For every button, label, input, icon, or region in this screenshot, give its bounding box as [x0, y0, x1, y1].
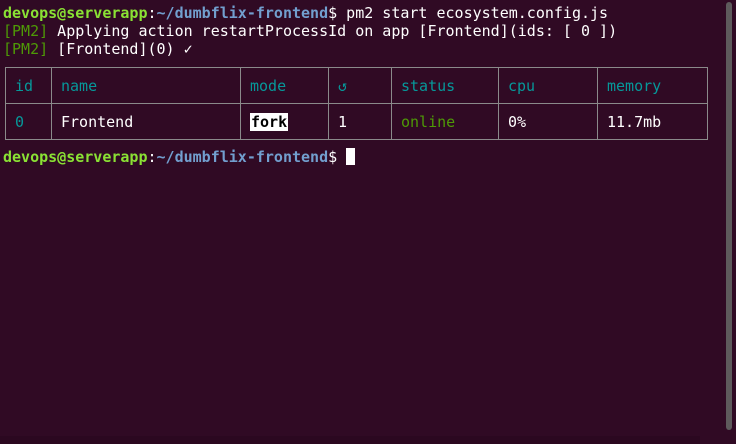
pm2-tag: [PM2]: [3, 22, 49, 40]
header-status: status: [391, 67, 499, 104]
output-text: Applying action restartProcessId on app …: [48, 22, 618, 40]
table-row: 0 Frontend fork 1 online 0% 11.7mb: [5, 103, 708, 140]
current-prompt-line[interactable]: devops@serverapp:~/dumbflix-frontend$: [3, 148, 356, 166]
text-cursor: [346, 148, 356, 165]
command-line: devops@serverapp:~/dumbflix-frontend$ pm…: [3, 4, 608, 22]
prompt-separator: :: [147, 148, 157, 166]
prompt-path: ~/dumbflix-frontend: [156, 148, 329, 166]
mode-badge: fork: [250, 112, 289, 131]
scrollbar-thumb[interactable]: [726, 2, 732, 430]
cell-restarts: 1: [328, 103, 392, 140]
output-line-applying: [PM2] Applying action restartProcessId o…: [3, 22, 617, 40]
cell-cpu: 0%: [498, 103, 598, 140]
header-restarts-icon: ↺: [328, 67, 392, 104]
process-table: id name mode ↺ status cpu memory 0 Front…: [5, 67, 708, 140]
header-mode: mode: [240, 67, 329, 104]
output-text: [Frontend](0) ✓: [48, 40, 193, 58]
header-id: id: [5, 67, 52, 104]
cell-status: online: [391, 103, 499, 140]
cell-memory: 11.7mb: [597, 103, 708, 140]
header-name: name: [51, 67, 241, 104]
prompt-path: ~/dumbflix-frontend: [156, 4, 329, 22]
prompt-symbol: $: [328, 148, 338, 166]
command-text: pm2 start ecosystem.config.js: [337, 4, 609, 22]
cell-id: 0: [5, 103, 52, 140]
header-memory: memory: [597, 67, 708, 104]
prompt-user-host: devops@serverapp: [3, 4, 148, 22]
prompt-separator: :: [147, 4, 157, 22]
table-header-row: id name mode ↺ status cpu memory: [5, 67, 708, 104]
prompt-symbol: $: [328, 4, 338, 22]
pm2-tag: [PM2]: [3, 40, 49, 58]
terminal-window[interactable]: devops@serverapp:~/dumbflix-frontend$ pm…: [0, 0, 722, 444]
scrollbar[interactable]: [722, 0, 736, 444]
output-line-result: [PM2] [Frontend](0) ✓: [3, 40, 193, 58]
cell-name: Frontend: [51, 103, 241, 140]
prompt-user-host: devops@serverapp: [3, 148, 148, 166]
header-cpu: cpu: [498, 67, 598, 104]
terminal-bottom-edge: [0, 436, 700, 444]
cell-mode: fork: [240, 103, 329, 140]
